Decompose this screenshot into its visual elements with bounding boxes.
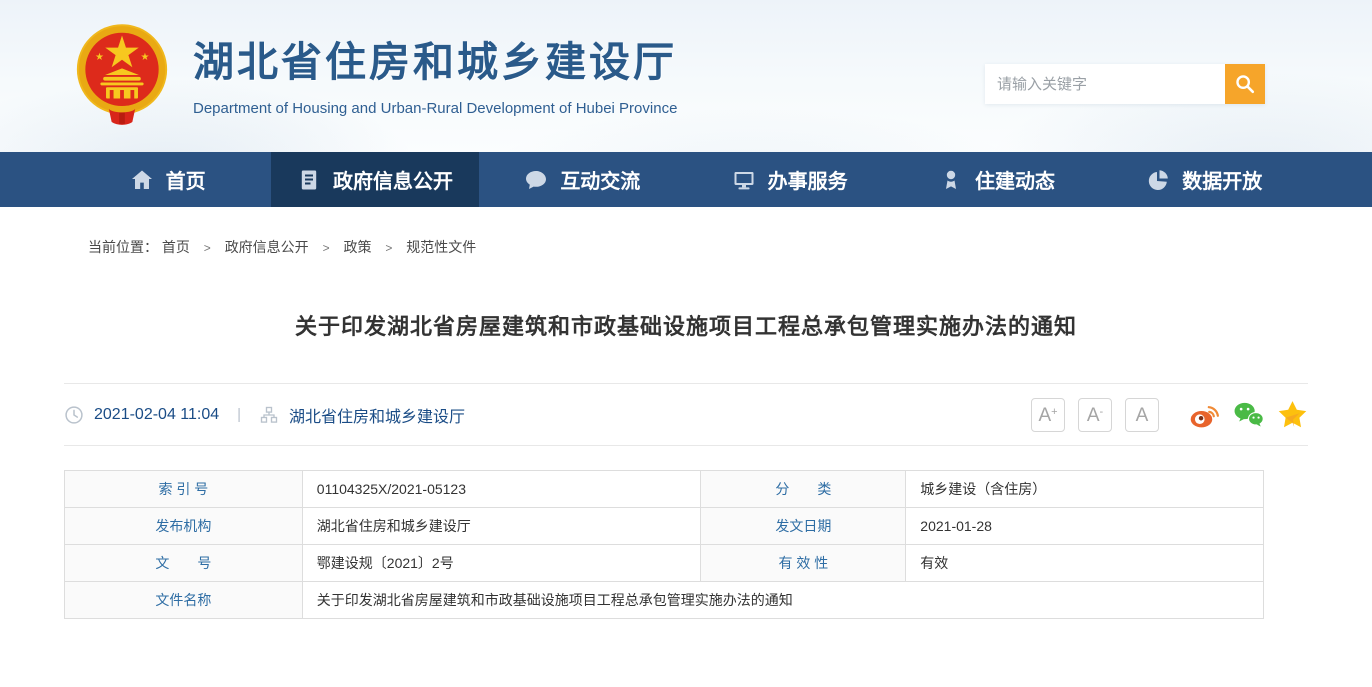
chat-bubble-icon — [524, 168, 548, 192]
weibo-icon — [1189, 399, 1220, 430]
font-decrease-button[interactable]: A- — [1078, 398, 1112, 432]
monitor-icon — [732, 168, 756, 192]
organization-icon — [259, 405, 279, 425]
nav-item-open-data[interactable]: 数据开放 — [1101, 152, 1308, 207]
national-emblem-icon — [75, 22, 169, 128]
nav-item-interaction[interactable]: 互动交流 — [479, 152, 686, 207]
nav-item-label: 办事服务 — [768, 165, 848, 194]
font-btn-label: A — [1038, 406, 1051, 425]
breadcrumb-item-normative-docs[interactable]: 规范性文件 — [406, 239, 476, 255]
issue-date-label: 发文日期 — [701, 508, 906, 545]
article-source: 湖北省住房和城乡建设厅 — [289, 403, 465, 427]
article-meta-actions: A+ A- A — [1031, 398, 1308, 432]
validity-label: 有 效 性 — [701, 545, 906, 582]
table-row: 发布机构 湖北省住房和城乡建设厅 发文日期 2021-01-28 — [65, 508, 1264, 545]
brand: 湖北省住房和城乡建设厅 Department of Housing and Ur… — [75, 22, 677, 128]
font-btn-sup: - — [1100, 407, 1104, 418]
document-number-label: 文 号 — [65, 545, 303, 582]
breadcrumb-separator: > — [323, 241, 330, 255]
breadcrumb-item-gov-info[interactable]: 政府信息公开 — [225, 239, 309, 255]
index-number-value: 01104325X/2021-05123 — [302, 471, 701, 508]
issuing-agency-value: 湖北省住房和城乡建设厅 — [302, 508, 701, 545]
site-title: 湖北省住房和城乡建设厅 — [193, 28, 677, 88]
nav-item-label: 首页 — [166, 165, 206, 194]
breadcrumb-prefix: 当前位置： — [88, 239, 158, 255]
article-meta-bar: 2021-02-04 11:04 | 湖北省住房和城乡建设厅 A+ A- A — [64, 383, 1308, 446]
site-header: 湖北省住房和城乡建设厅 Department of Housing and Ur… — [0, 0, 1372, 152]
category-value: 城乡建设（含住房） — [906, 471, 1264, 508]
search-button[interactable] — [1225, 64, 1265, 104]
nav-item-news[interactable]: 住建动态 — [893, 152, 1100, 207]
breadcrumb-separator: > — [204, 241, 211, 255]
nav-item-home[interactable]: 首页 — [64, 152, 271, 207]
breadcrumb-separator: > — [385, 241, 392, 255]
category-label: 分 类 — [701, 471, 906, 508]
meta-separator: | — [237, 406, 241, 423]
nav-item-gov-info[interactable]: 政府信息公开 — [271, 152, 478, 207]
site-subtitle: Department of Housing and Urban-Rural De… — [193, 100, 677, 117]
document-title-value: 关于印发湖北省房屋建筑和市政基础设施项目工程总承包管理实施办法的通知 — [302, 582, 1263, 619]
document-title-label: 文件名称 — [65, 582, 303, 619]
info-doc-icon — [297, 168, 321, 192]
validity-value: 有效 — [906, 545, 1264, 582]
font-btn-sup: + — [1051, 407, 1057, 418]
search-bar — [985, 64, 1265, 104]
nav-item-label: 互动交流 — [560, 165, 640, 194]
font-increase-button[interactable]: A+ — [1031, 398, 1065, 432]
article-title: 关于印发湖北省房屋建筑和市政基础设施项目工程总承包管理实施办法的通知 — [64, 309, 1308, 341]
weibo-share-button[interactable] — [1188, 399, 1220, 431]
font-btn-label: A — [1087, 406, 1100, 425]
breadcrumb-item-home[interactable]: 首页 — [162, 239, 190, 255]
share-icons — [1188, 399, 1308, 431]
table-row: 文 号 鄂建设规〔2021〕2号 有 效 性 有效 — [65, 545, 1264, 582]
issue-date-value: 2021-01-28 — [906, 508, 1264, 545]
nav-item-label: 住建动态 — [975, 165, 1055, 194]
publish-time: 2021-02-04 11:04 — [94, 406, 219, 424]
search-input[interactable] — [985, 64, 1225, 104]
qzone-icon — [1277, 399, 1308, 430]
document-number-value: 鄂建设规〔2021〕2号 — [302, 545, 701, 582]
breadcrumb: 当前位置： 首页 > 政府信息公开 > 政策 > 规范性文件 — [64, 207, 1308, 257]
font-btn-label: A — [1136, 406, 1149, 425]
font-reset-button[interactable]: A — [1125, 398, 1159, 432]
wechat-share-button[interactable] — [1232, 399, 1264, 431]
clock-icon — [64, 405, 84, 425]
pie-chart-icon — [1146, 168, 1170, 192]
brand-text: 湖北省住房和城乡建设厅 Department of Housing and Ur… — [193, 22, 677, 117]
nav-item-label: 政府信息公开 — [333, 165, 453, 194]
breadcrumb-item-policy[interactable]: 政策 — [343, 239, 371, 255]
wechat-icon — [1233, 399, 1264, 430]
qzone-share-button[interactable] — [1276, 399, 1308, 431]
home-icon — [130, 168, 154, 192]
main-nav: 首页 政府信息公开 互动交流 办事服务 — [0, 152, 1372, 207]
index-number-label: 索 引 号 — [65, 471, 303, 508]
table-row: 索 引 号 01104325X/2021-05123 分 类 城乡建设（含住房） — [65, 471, 1264, 508]
search-icon — [1234, 73, 1256, 95]
table-row: 文件名称 关于印发湖北省房屋建筑和市政基础设施项目工程总承包管理实施办法的通知 — [65, 582, 1264, 619]
nav-item-label: 数据开放 — [1182, 165, 1262, 194]
document-info-table: 索 引 号 01104325X/2021-05123 分 类 城乡建设（含住房）… — [64, 470, 1264, 619]
article-meta-info: 2021-02-04 11:04 | 湖北省住房和城乡建设厅 — [64, 403, 465, 427]
person-icon — [939, 168, 963, 192]
nav-item-services[interactable]: 办事服务 — [686, 152, 893, 207]
issuing-agency-label: 发布机构 — [65, 508, 303, 545]
